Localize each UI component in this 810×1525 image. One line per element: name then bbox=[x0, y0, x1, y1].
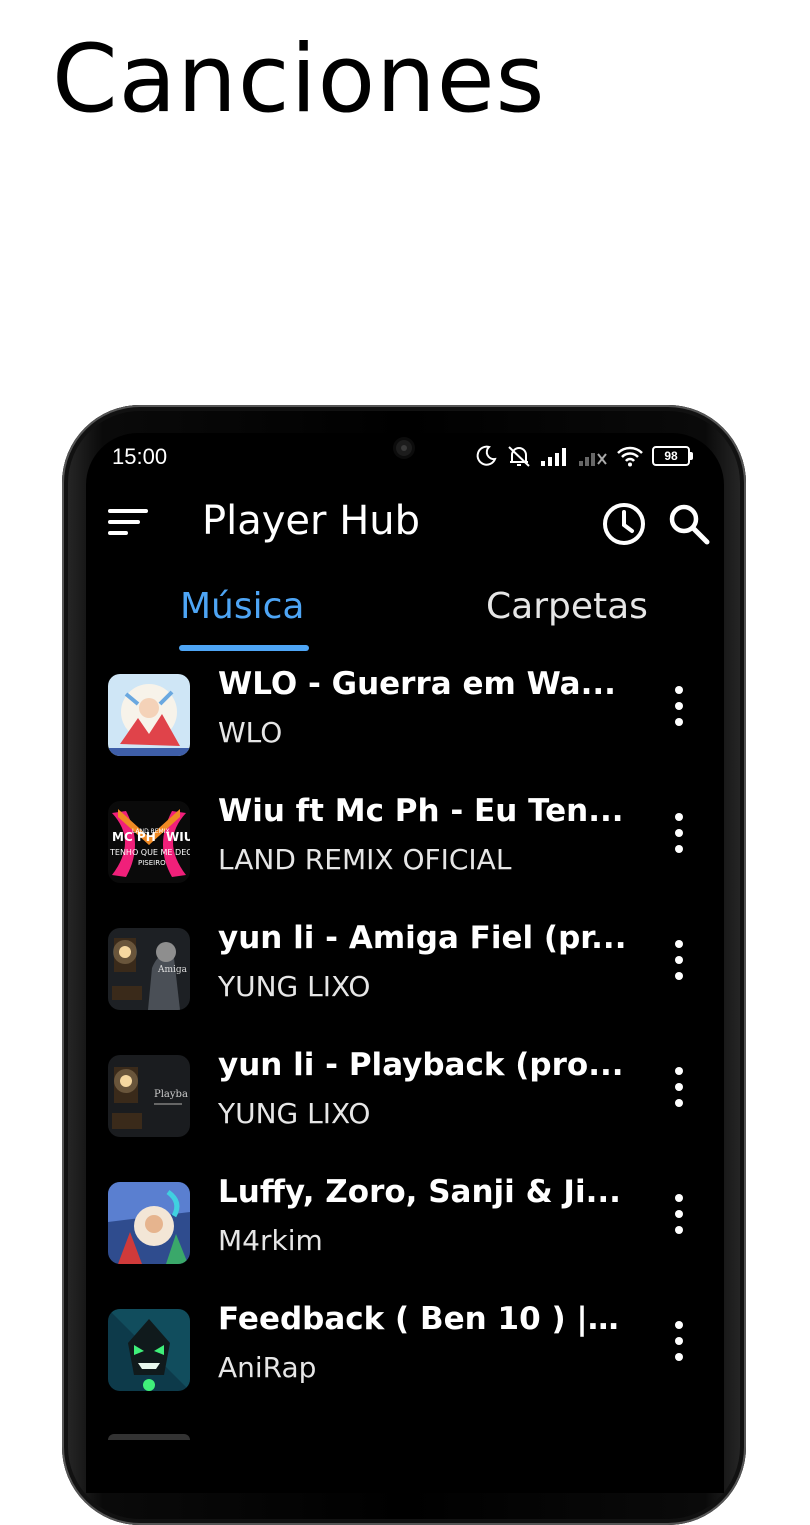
album-art bbox=[108, 674, 190, 756]
muted-bell-icon bbox=[508, 446, 530, 467]
more-options-icon[interactable] bbox=[670, 1194, 688, 1234]
song-item[interactable]: Feedback ( Ben 10 ) | ... AniRap bbox=[86, 1295, 724, 1415]
svg-text:Playba: Playba bbox=[154, 1089, 188, 1100]
album-art: Amiga bbox=[108, 928, 190, 1010]
tab-carpetas[interactable]: Carpetas bbox=[486, 586, 648, 627]
app-title: Player Hub bbox=[202, 498, 421, 544]
more-options-icon[interactable] bbox=[670, 940, 688, 980]
song-title: yun li - Amiga Fiel (pr... bbox=[218, 920, 627, 956]
song-item[interactable]: Playba yun li - Playback (pro... YUNG LI… bbox=[86, 1041, 724, 1161]
album-art bbox=[108, 1309, 190, 1391]
status-icons: 98 bbox=[474, 444, 693, 468]
more-options-icon[interactable] bbox=[670, 1321, 688, 1361]
song-title: Wiu ft Mc Ph - Eu Ten... bbox=[218, 793, 624, 829]
svg-text:PISEIRO: PISEIRO bbox=[138, 859, 166, 867]
signal-off-icon bbox=[579, 453, 607, 466]
more-options-icon[interactable] bbox=[670, 813, 688, 853]
status-time: 15:00 bbox=[112, 444, 168, 469]
song-artist: YUNG LIXO bbox=[218, 970, 371, 1003]
song-artist: YUNG LIXO bbox=[218, 1097, 371, 1130]
song-item[interactable]: MC PH WIU LAND REMIX TENHO QUE ME DECI P… bbox=[86, 787, 724, 907]
more-options-icon[interactable] bbox=[670, 686, 688, 726]
svg-text:TENHO QUE ME DECI: TENHO QUE ME DECI bbox=[109, 848, 190, 857]
more-options-icon[interactable] bbox=[670, 1067, 688, 1107]
battery-icon: 98 bbox=[652, 446, 693, 466]
svg-text:LAND REMIX: LAND REMIX bbox=[132, 828, 170, 835]
album-art bbox=[108, 1182, 190, 1264]
song-artist: M4rkim bbox=[218, 1224, 323, 1257]
song-item[interactable]: WLO - Guerra em Wa... WLO bbox=[86, 660, 724, 780]
song-item[interactable]: Amiga yun li - Amiga Fiel (pr... YUNG LI… bbox=[86, 914, 724, 1034]
svg-text:Amiga: Amiga bbox=[157, 965, 188, 975]
wifi-icon bbox=[617, 446, 643, 467]
tab-musica[interactable]: Música bbox=[180, 586, 305, 627]
song-artist: WLO bbox=[218, 716, 283, 749]
tab-indicator bbox=[179, 645, 309, 651]
history-icon[interactable] bbox=[601, 501, 647, 547]
song-title: Luffy, Zoro, Sanji & Ji... bbox=[218, 1174, 621, 1210]
search-icon[interactable] bbox=[668, 503, 710, 545]
moon-icon bbox=[476, 445, 497, 466]
song-artist: LAND REMIX OFICIAL bbox=[218, 843, 512, 876]
album-art bbox=[108, 1434, 190, 1440]
album-art: MC PH WIU LAND REMIX TENHO QUE ME DECI P… bbox=[108, 801, 190, 883]
front-camera bbox=[396, 440, 412, 456]
song-artist: AniRap bbox=[218, 1351, 317, 1384]
song-item[interactable]: Luffy, Zoro, Sanji & Ji... M4rkim bbox=[86, 1168, 724, 1288]
signal-icon bbox=[541, 448, 566, 466]
song-title: Feedback ( Ben 10 ) | ... bbox=[218, 1301, 628, 1337]
menu-icon[interactable] bbox=[106, 506, 150, 540]
song-title: WLO - Guerra em Wa... bbox=[218, 666, 616, 702]
song-title: yun li - Playback (pro... bbox=[218, 1047, 624, 1083]
album-art: Playba bbox=[108, 1055, 190, 1137]
headline: Canciones bbox=[52, 25, 546, 134]
